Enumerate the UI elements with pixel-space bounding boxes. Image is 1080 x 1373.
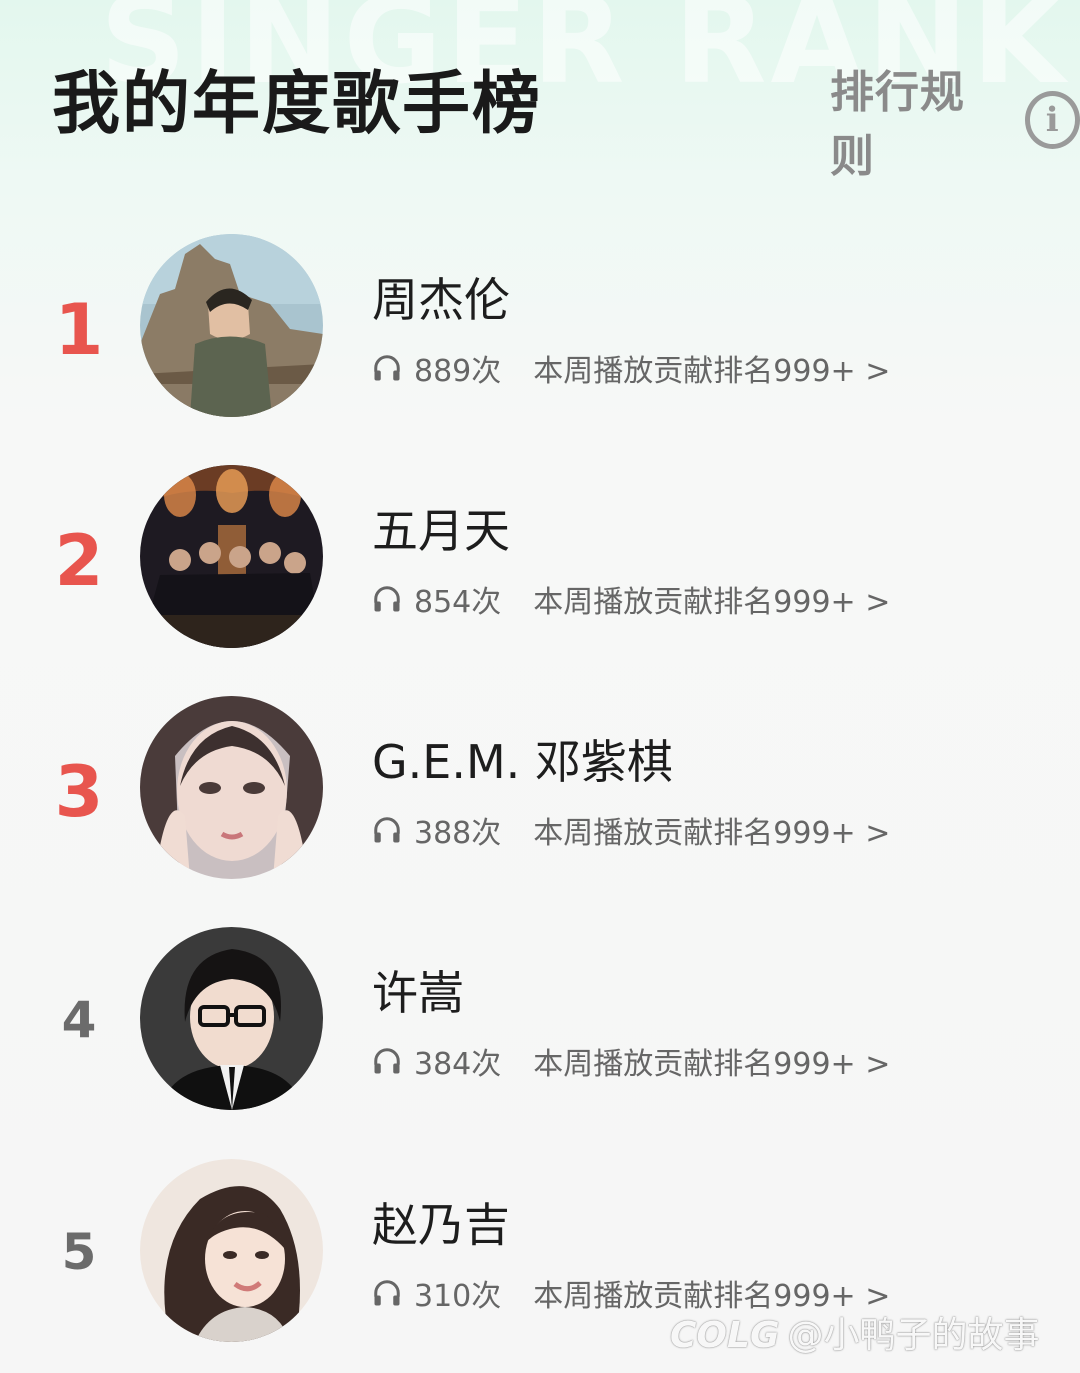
headphone-icon — [374, 1048, 400, 1074]
rank-number: 5 — [61, 1223, 97, 1281]
headphone-icon — [374, 817, 400, 843]
singer-avatar[interactable] — [140, 234, 323, 417]
singer-row-1[interactable]: 1 周杰伦 889次 本周播放贡献排名999+ > — [0, 234, 1080, 434]
headphone-icon — [374, 1280, 400, 1306]
singer-photo — [140, 465, 323, 648]
singer-photo — [140, 696, 323, 879]
singer-name: G.E.M. 邓紫棋 — [372, 735, 673, 789]
weekly-contribution-link[interactable]: 本周播放贡献排名999+ > — [533, 1039, 890, 1083]
play-count: 388次 — [414, 816, 502, 851]
singer-avatar[interactable] — [140, 465, 323, 648]
singer-name: 周杰伦 — [372, 273, 510, 327]
footer-watermark: COLG @小鸭子的故事 — [670, 1306, 1040, 1358]
play-count: 889次 — [414, 354, 502, 389]
singer-stats: 388次 本周播放贡献排名999+ > — [372, 808, 890, 852]
singer-photo — [140, 1159, 323, 1342]
rank-number: 4 — [61, 991, 97, 1049]
rank-number: 2 — [54, 520, 104, 602]
watermark-logo: COLG — [670, 1315, 780, 1356]
ranking-rules-label: 排行规则 — [830, 67, 965, 182]
headphone-icon — [374, 586, 400, 612]
weekly-contribution-link[interactable]: 本周播放贡献排名999+ > — [533, 577, 890, 621]
singer-avatar[interactable] — [140, 927, 323, 1110]
play-count: 310次 — [414, 1279, 502, 1314]
singer-photo — [140, 927, 323, 1110]
play-count: 854次 — [414, 585, 502, 620]
singer-name: 赵乃吉 — [372, 1198, 510, 1252]
ranking-rules-button[interactable]: 排行规则 i — [830, 56, 1080, 184]
singer-name: 许嵩 — [372, 966, 464, 1020]
singer-photo — [140, 234, 323, 417]
singer-stats: 854次 本周播放贡献排名999+ > — [372, 577, 890, 621]
weekly-contribution-link[interactable]: 本周播放贡献排名999+ > — [533, 808, 890, 852]
rank-number: 3 — [54, 751, 104, 833]
singer-stats: 384次 本周播放贡献排名999+ > — [372, 1039, 890, 1083]
singer-row-3[interactable]: 3 G.E.M. 邓紫棋 388次 本周播放贡献排名999+ > — [0, 696, 1080, 896]
rank-number: 1 — [54, 289, 104, 371]
weekly-contribution-link[interactable]: 本周播放贡献排名999+ > — [533, 346, 890, 390]
headphone-icon — [374, 355, 400, 381]
singer-row-4[interactable]: 4 许嵩 384次 本周播放贡献排名999+ > — [0, 927, 1080, 1127]
singer-avatar[interactable] — [140, 1159, 323, 1342]
singer-row-2[interactable]: 2 五月天 854次 本周播放贡献排名999+ > — [0, 465, 1080, 665]
watermark-text: @小鸭子的故事 — [787, 1315, 1040, 1356]
singer-name: 五月天 — [372, 504, 510, 558]
info-icon[interactable]: i — [1024, 91, 1080, 149]
singer-stats: 889次 本周播放贡献排名999+ > — [372, 346, 890, 390]
singer-avatar[interactable] — [140, 696, 323, 879]
page-title: 我的年度歌手榜 — [52, 65, 543, 144]
play-count: 384次 — [414, 1047, 502, 1082]
